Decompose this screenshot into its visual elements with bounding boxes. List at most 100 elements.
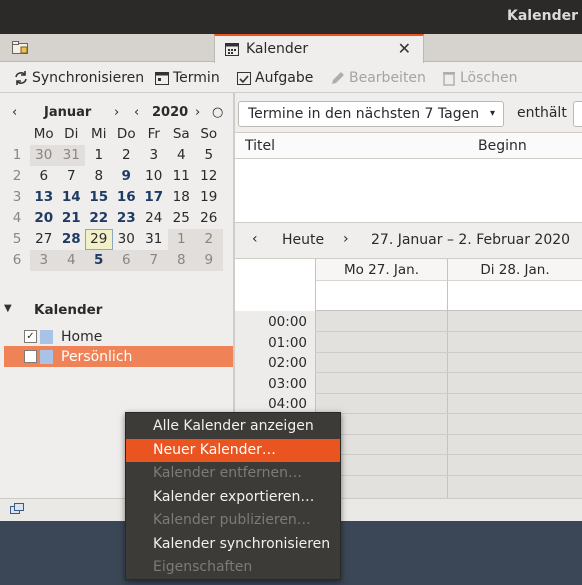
search-input[interactable] <box>573 101 582 127</box>
minical-day[interactable]: 30 <box>30 145 58 166</box>
next-week-button[interactable]: › <box>343 231 349 247</box>
next-year-button[interactable]: › <box>195 105 200 120</box>
minical-day[interactable]: 21 <box>58 208 86 229</box>
menu-item-new-calendar[interactable]: Neuer Kalender… <box>126 438 340 462</box>
calendar-checkbox[interactable]: ✓ <box>24 330 37 343</box>
event-filter-select[interactable]: Termine in den nächsten 7 Tagen ▾ <box>238 101 504 127</box>
new-task-button[interactable]: Aufgabe <box>236 68 313 88</box>
prev-year-button[interactable]: ‹ <box>134 105 139 120</box>
minical-day[interactable]: 14 <box>58 187 86 208</box>
tab-label: Kalender <box>246 41 309 57</box>
event-list-header: Titel Beginn <box>235 132 582 159</box>
minical-day[interactable]: 19 <box>195 187 223 208</box>
prev-month-button[interactable]: ‹ <box>12 105 17 120</box>
week-number: 6 <box>12 252 22 268</box>
month-label[interactable]: Januar <box>44 105 91 120</box>
calendar-item-persoenlich[interactable]: ✓ Persönlich <box>4 346 233 367</box>
minical-day[interactable]: 10 <box>140 166 168 187</box>
minical-day[interactable]: 5 <box>85 250 113 271</box>
calendar-item-label: Home <box>61 328 103 345</box>
calendar-checkbox[interactable]: ✓ <box>24 350 37 363</box>
minical-day[interactable]: 20 <box>30 208 58 229</box>
minical-day[interactable]: 29 <box>85 229 113 250</box>
calendar-item-home[interactable]: ✓ Home <box>4 326 233 347</box>
menu-item-publish-calendar[interactable]: Kalender publizieren… <box>126 509 340 533</box>
year-label[interactable]: 2020 <box>152 105 188 120</box>
tab-kalender[interactable]: Kalender ✕ <box>214 34 424 63</box>
new-event-button[interactable]: Termin <box>154 68 220 88</box>
minical-day[interactable]: 5 <box>195 145 223 166</box>
minical-day[interactable]: 25 <box>168 208 196 229</box>
minical-day[interactable]: 3 <box>30 250 58 271</box>
minical-day[interactable]: 4 <box>168 145 196 166</box>
tab-home[interactable] <box>0 34 40 62</box>
minical-day[interactable]: 26 <box>195 208 223 229</box>
sync-button[interactable]: Synchronisieren <box>13 68 144 88</box>
minical-day[interactable]: 24 <box>140 208 168 229</box>
today-button[interactable]: ○ <box>212 105 223 120</box>
minical-day[interactable]: 3 <box>140 145 168 166</box>
week-number-spacer <box>4 124 30 145</box>
grid-line <box>315 393 582 394</box>
minical-day[interactable]: 7 <box>58 166 86 187</box>
grid-line <box>315 331 582 332</box>
minical-day[interactable]: 2 <box>195 229 223 250</box>
minical-day[interactable]: 22 <box>85 208 113 229</box>
grid-line <box>315 475 582 476</box>
minical-day[interactable]: 13 <box>30 187 58 208</box>
today-nav-button[interactable]: Heute <box>282 232 324 248</box>
weekday-header: Mi <box>91 126 107 142</box>
time-grid[interactable] <box>315 311 582 499</box>
delete-button[interactable]: Löschen <box>441 68 517 88</box>
menu-item-sync-calendar[interactable]: Kalender synchronisieren <box>126 533 340 557</box>
minical-day[interactable]: 6 <box>30 166 58 187</box>
close-icon[interactable]: ✕ <box>398 39 411 58</box>
minical-day[interactable]: 17 <box>140 187 168 208</box>
minical-day[interactable]: 12 <box>195 166 223 187</box>
minical-day[interactable]: 31 <box>140 229 168 250</box>
edit-button[interactable]: Bearbeiten <box>330 68 426 88</box>
window-title: Kalender <box>507 8 578 24</box>
minical-day[interactable]: 16 <box>113 187 141 208</box>
day-header[interactable]: Mo 27. Jan. <box>315 259 447 281</box>
minical-day[interactable]: 2 <box>113 145 141 166</box>
minical-day[interactable]: 15 <box>85 187 113 208</box>
grid-line <box>315 352 582 353</box>
minical-day[interactable]: 27 <box>30 229 58 250</box>
minical-day[interactable]: 4 <box>57 250 85 271</box>
allday-cell[interactable] <box>447 281 582 311</box>
calendar-color-swatch <box>40 329 53 344</box>
event-list[interactable] <box>235 159 582 223</box>
menu-item-properties[interactable]: Eigenschaften <box>126 556 340 580</box>
allday-cell[interactable] <box>315 281 447 311</box>
minical-day[interactable]: 18 <box>168 187 196 208</box>
minical-day[interactable]: 6 <box>112 250 140 271</box>
minical-day[interactable]: 28 <box>58 229 86 250</box>
time-label: 01:00 <box>268 335 307 351</box>
menu-item-remove-calendar[interactable]: Kalender entfernen… <box>126 462 340 486</box>
minical-day[interactable]: 30 <box>113 229 141 250</box>
minical-day[interactable]: 9 <box>195 250 223 271</box>
minical-day[interactable]: 8 <box>167 250 195 271</box>
minical-day[interactable]: 1 <box>167 229 195 250</box>
menu-item-show-all[interactable]: Alle Kalender anzeigen <box>126 415 340 439</box>
minical-day[interactable]: 7 <box>140 250 168 271</box>
next-month-button[interactable]: › <box>114 105 119 120</box>
minical-day[interactable]: 8 <box>85 166 113 187</box>
weekday-header: Do <box>116 126 136 142</box>
minical-day[interactable]: 23 <box>113 208 141 229</box>
minical-day[interactable]: 9 <box>113 166 141 187</box>
column-start[interactable]: Beginn <box>478 138 527 154</box>
minical-day[interactable]: 1 <box>85 145 113 166</box>
toolbar: Synchronisieren Termin Aufgabe Bearbeite… <box>0 63 582 93</box>
collapse-icon[interactable]: ▼ <box>4 303 12 314</box>
prev-week-button[interactable]: ‹ <box>252 231 258 247</box>
day-header[interactable]: Di 28. Jan. <box>447 259 582 281</box>
menu-item-export-calendar[interactable]: Kalender exportieren… <box>126 486 340 510</box>
column-title[interactable]: Titel <box>245 138 275 154</box>
minical-day[interactable]: 31 <box>57 145 85 166</box>
offline-status-icon[interactable] <box>10 503 24 517</box>
calendar-list-title: Kalender <box>34 302 103 318</box>
sync-icon <box>15 71 27 85</box>
minical-day[interactable]: 11 <box>168 166 196 187</box>
